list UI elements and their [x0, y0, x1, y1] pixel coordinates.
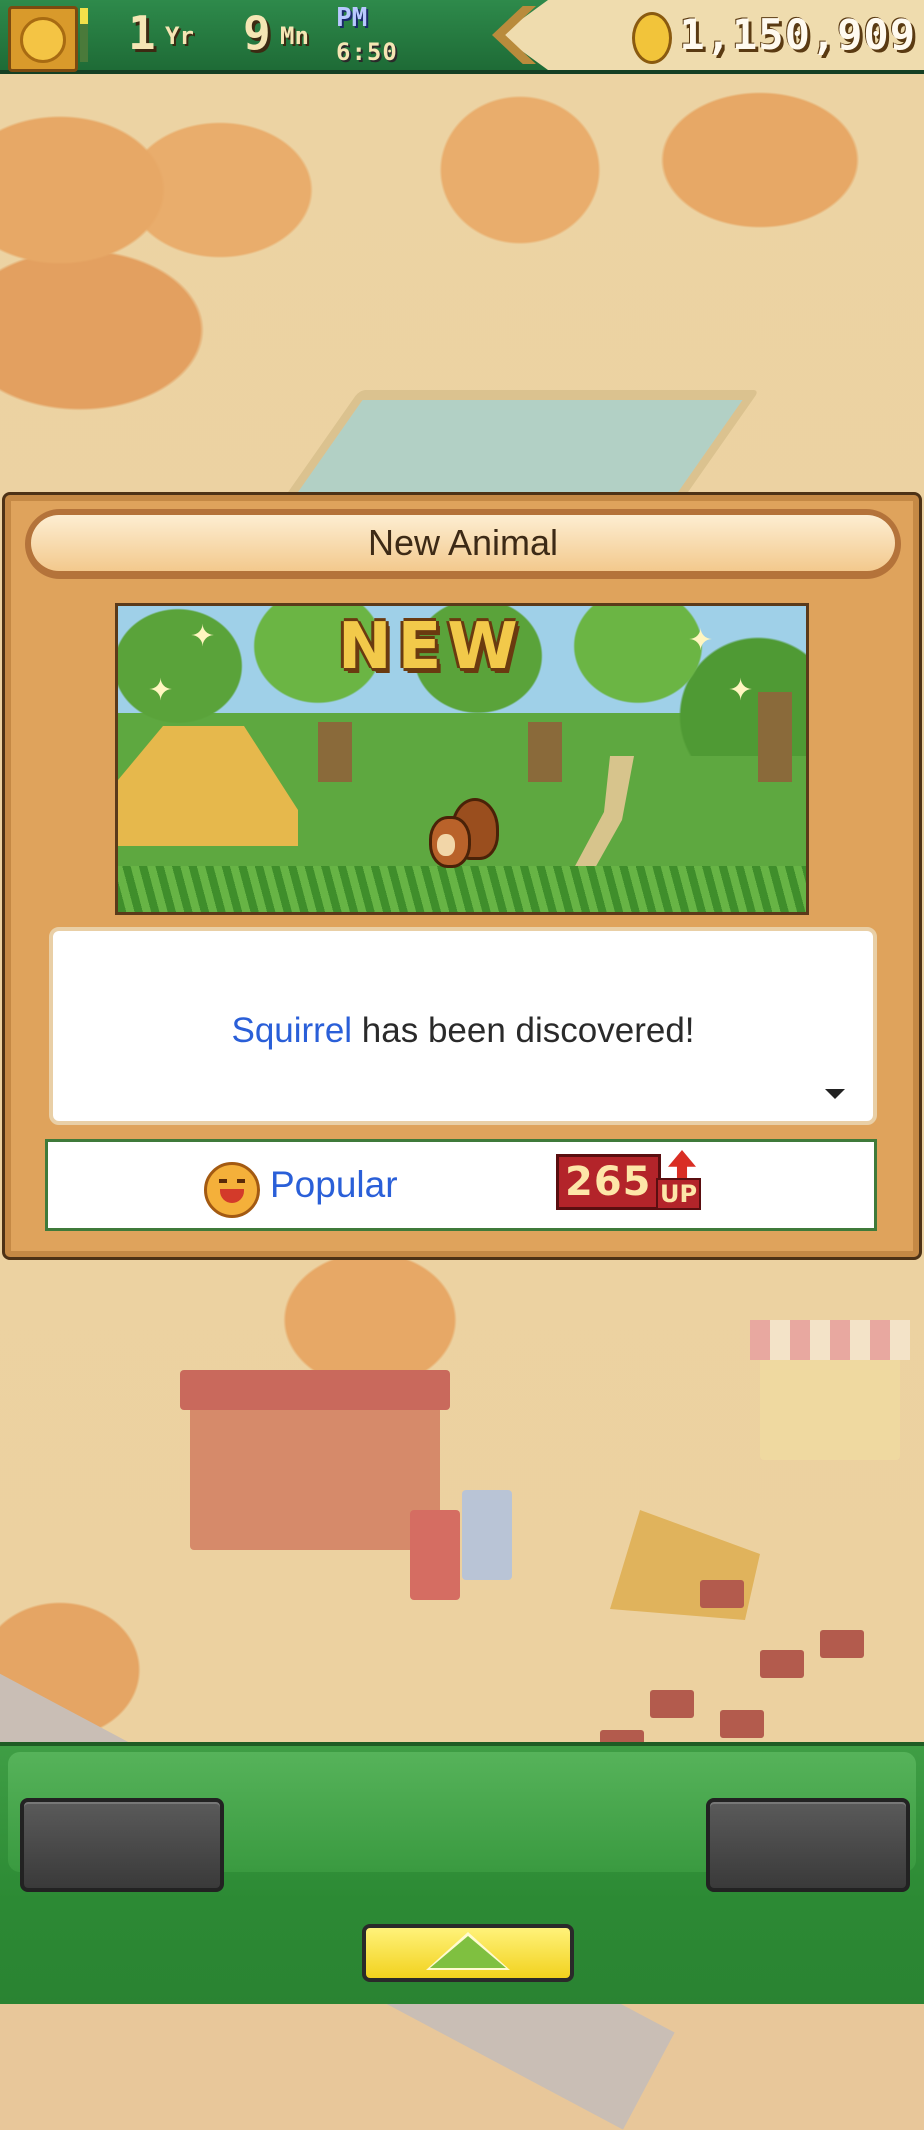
fruit-icon[interactable] [8, 6, 78, 72]
discovery-scene-image: ✦ ✦ ✦ ✦ NEW [115, 603, 809, 915]
sparkle-icon: ✦ [190, 620, 216, 653]
left-menu-button[interactable] [20, 1798, 224, 1892]
campsite-seat [820, 1630, 864, 1658]
animal-name: Squirrel [231, 1011, 353, 1050]
popular-label: Popular [270, 1164, 398, 1205]
sparkle-icon: ✦ [688, 624, 714, 657]
new-animal-dialog[interactable]: New Animal ✦ ✦ ✦ ✦ NEW Squirrel has been… [2, 492, 922, 1260]
grass [118, 866, 806, 912]
sparkle-icon: ✦ [728, 674, 754, 707]
popularity-increase-value: 265 [556, 1154, 661, 1210]
message-box[interactable]: Squirrel has been discovered! [49, 927, 877, 1125]
vending-machine-blue[interactable] [462, 1490, 512, 1580]
top-hud: 1 Yr 9 Mn PM 6:50 1,150,909 [0, 0, 924, 74]
expand-menu-button[interactable] [362, 1924, 574, 1982]
money-amount: 1,150,909 [679, 10, 916, 59]
energy-gauge [80, 8, 88, 62]
sparkle-icon: ✦ [148, 674, 174, 707]
popularity-stat-box: Popular 265 UP [45, 1139, 877, 1231]
continue-arrow-icon[interactable] [825, 1089, 845, 1099]
tree-trunk [758, 692, 792, 782]
discovery-message: Squirrel has been discovered! [53, 1011, 873, 1051]
month-value: 9 [243, 6, 271, 60]
year-value: 1 [128, 6, 156, 60]
dialog-title: New Animal [31, 515, 895, 571]
new-badge: NEW [338, 610, 524, 684]
food-stall[interactable] [750, 1320, 910, 1460]
am-pm-indicator: PM [336, 3, 368, 33]
message-body: has been discovered! [352, 1011, 695, 1050]
coin-icon [632, 12, 672, 64]
month-unit: Mn [280, 22, 309, 50]
vending-machine-red[interactable] [410, 1510, 460, 1600]
shop-building[interactable] [180, 1370, 450, 1550]
bottom-control-panel [0, 1742, 924, 2004]
up-label: UP [656, 1178, 702, 1210]
dialog-title-bar: New Animal [25, 509, 901, 579]
tree-trunk [528, 722, 562, 782]
squirrel-sprite [423, 798, 499, 868]
campsite-seat [760, 1650, 804, 1678]
clock-time: 6:50 [336, 38, 398, 66]
happy-face-icon [204, 1162, 260, 1218]
tree-trunk [318, 722, 352, 782]
year-unit: Yr [165, 22, 194, 50]
campsite-seat [720, 1710, 764, 1738]
right-menu-button[interactable] [706, 1798, 910, 1892]
campsite-seat [650, 1690, 694, 1718]
campsite-seat [700, 1580, 744, 1608]
up-arrow-icon: UP [654, 1150, 710, 1216]
